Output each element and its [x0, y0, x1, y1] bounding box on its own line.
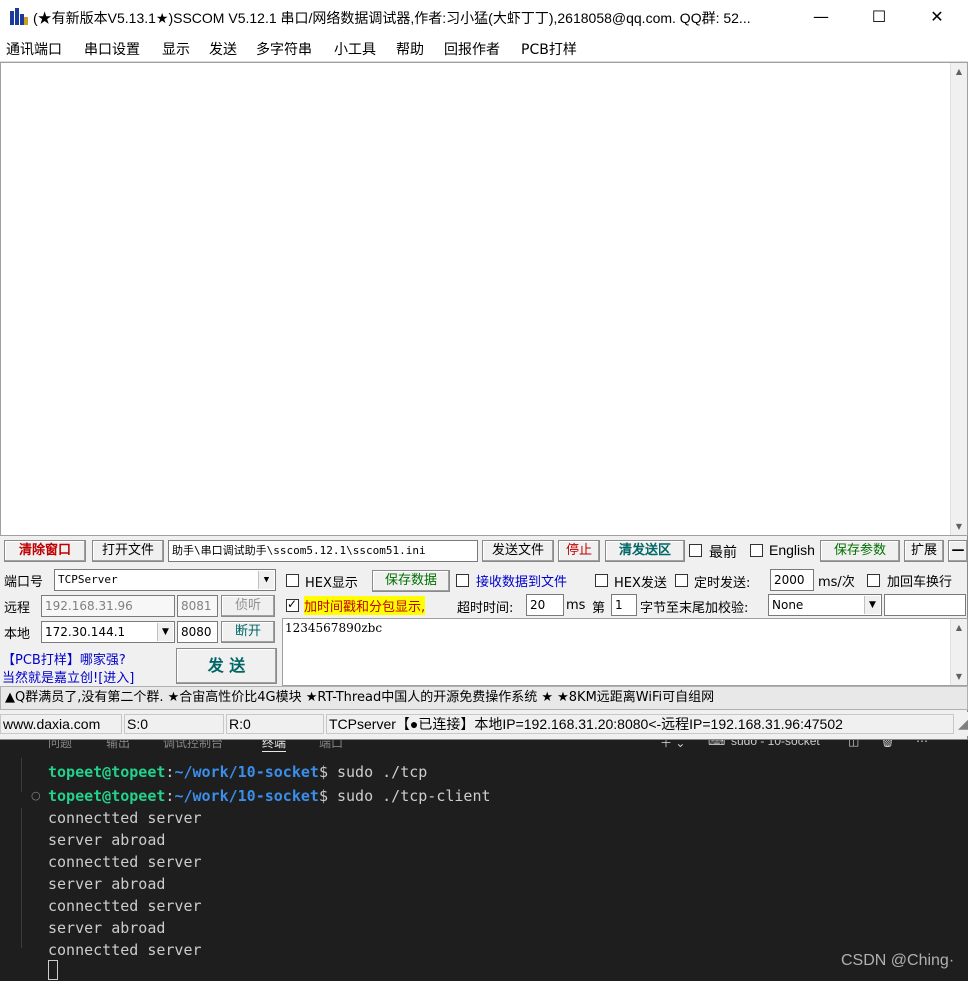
chevron-down-icon[interactable]: ▼: [258, 571, 274, 589]
timestamp-checkbox[interactable]: [286, 597, 299, 612]
scroll-up-icon[interactable]: ▲: [951, 623, 967, 632]
watermark: CSDN @Ching·: [841, 952, 955, 969]
scroll-up-icon[interactable]: ▲: [951, 67, 967, 76]
timed-send-checkbox[interactable]: [675, 574, 688, 587]
menu-send[interactable]: 发送: [209, 39, 237, 59]
remote-ip-field[interactable]: 192.168.31.96: [41, 595, 175, 617]
terminal-output-line: connectted server: [48, 897, 202, 915]
port-select[interactable]: TCPServer ▼: [54, 569, 276, 591]
scroll-down-icon[interactable]: ▼: [951, 522, 967, 531]
window-title: (★有新版本V5.13.1★)SSCOM V5.12.1 串口/网络数据调试器,…: [33, 10, 751, 26]
send-text-area[interactable]: 1234567890zbc ▲ ▼: [282, 618, 968, 686]
collapse-button[interactable]: —: [948, 540, 968, 562]
status-connection-info: TCPserver【●已连接】本地IP=192.168.31.20:8080<-…: [326, 714, 954, 734]
port-label: 端口号: [4, 575, 44, 590]
menu-feedback[interactable]: 回报作者: [444, 39, 500, 59]
checksum-result-field[interactable]: [884, 594, 966, 616]
recv-to-file-label: 接收数据到文件: [476, 575, 568, 590]
receive-area[interactable]: ▲ ▼: [0, 62, 968, 536]
sscom-app-icon: [10, 8, 28, 25]
status-sent-count: S:0: [124, 714, 224, 734]
pcb-ad-link[interactable]: 【PCB打样】哪家强?: [2, 649, 126, 668]
menu-serial-settings[interactable]: 串口设置: [84, 39, 140, 59]
terminal-output-line: connectted server: [48, 809, 202, 827]
clear-window-button[interactable]: 清除窗口: [4, 540, 86, 562]
english-label: English: [769, 542, 815, 558]
menu-help[interactable]: 帮助: [396, 39, 424, 59]
english-checkbox[interactable]: [750, 544, 763, 557]
clear-send-button[interactable]: 清发送区: [605, 540, 685, 562]
expand-button[interactable]: 扩展: [904, 540, 944, 562]
menu-tools[interactable]: 小工具: [334, 39, 376, 59]
terminal-line: topeet@topeet:~/work/10-socket$ sudo ./t…: [48, 763, 428, 781]
timeout-label: 超时时间:: [457, 601, 514, 616]
receive-scrollbar[interactable]: ▲ ▼: [950, 63, 967, 535]
local-ip-select[interactable]: 172.30.144.1 ▼: [41, 621, 175, 643]
timeout-unit: ms: [566, 598, 586, 613]
command-status-icon: ○: [31, 789, 41, 802]
terminal-line: topeet@topeet:~/work/10-socket$ sudo ./t…: [48, 787, 491, 805]
interval-unit: ms/次: [818, 575, 855, 590]
hex-send-checkbox[interactable]: [595, 574, 608, 587]
open-file-button[interactable]: 打开文件: [92, 540, 164, 562]
local-label: 本地: [4, 627, 31, 642]
save-params-button[interactable]: 保存参数: [820, 540, 900, 562]
topmost-checkbox[interactable]: [689, 544, 702, 557]
chevron-down-icon[interactable]: ▼: [864, 596, 880, 614]
menu-pcb[interactable]: PCB打样: [521, 39, 577, 59]
timeout-field[interactable]: 20: [526, 594, 564, 616]
hex-display-checkbox[interactable]: [286, 574, 299, 587]
local-port-field[interactable]: 8080: [177, 621, 218, 643]
send-text: 1234567890zbc: [285, 621, 383, 635]
add-crlf-checkbox[interactable]: [867, 574, 880, 587]
checksum-label: 字节至末尾加校验:: [640, 601, 749, 616]
send-file-button[interactable]: 发送文件: [482, 540, 554, 562]
interval-field[interactable]: 2000: [770, 569, 814, 591]
resize-grip-icon[interactable]: ◢: [956, 714, 968, 734]
hex-send-label: HEX发送: [614, 576, 667, 591]
chevron-down-icon[interactable]: ▼: [157, 623, 173, 641]
topmost-label: 最前: [709, 545, 737, 561]
title-bar[interactable]: (★有新版本V5.13.1★)SSCOM V5.12.1 串口/网络数据调试器,…: [0, 0, 968, 34]
file-path-field[interactable]: 助手\串口调试助手\sscom5.12.1\sscom51.ini: [168, 540, 478, 562]
save-data-button[interactable]: 保存数据: [372, 570, 450, 592]
remote-label: 远程: [4, 601, 31, 616]
minimize-button[interactable]: —: [792, 0, 850, 34]
status-bar: www.daxia.com S:0 R:0 TCPserver【●已连接】本地I…: [0, 712, 968, 736]
menu-comm-port[interactable]: 通讯端口: [6, 39, 62, 59]
hex-display-label: HEX显示: [305, 576, 358, 591]
remote-port-field[interactable]: 8081: [177, 595, 218, 617]
timestamp-label: 加时间戳和分包显示,: [304, 596, 426, 615]
timed-send-label: 定时发送:: [694, 576, 751, 591]
close-button[interactable]: ✕: [908, 0, 966, 34]
disconnect-button[interactable]: 断开: [221, 621, 275, 643]
menu-display[interactable]: 显示: [162, 39, 190, 59]
sscom-window: (★有新版本V5.13.1★)SSCOM V5.12.1 串口/网络数据调试器,…: [0, 0, 968, 740]
scroll-down-icon[interactable]: ▼: [951, 672, 967, 681]
recv-to-file-checkbox[interactable]: [456, 574, 469, 587]
send-button[interactable]: 发 送: [176, 648, 277, 684]
gutter-divider: [21, 808, 22, 948]
menu-bar: 通讯端口 串口设置 显示 发送 多字符串 小工具 帮助 回报作者 PCB打样: [0, 34, 968, 62]
terminal-output-line: connectted server: [48, 941, 202, 959]
terminal-cursor: [48, 960, 58, 980]
nth-field[interactable]: 1: [611, 594, 637, 616]
send-scrollbar[interactable]: ▲ ▼: [950, 619, 967, 685]
ad-banner[interactable]: ▲Q群满员了,没有第二个群. ★合宙高性价比4G模块 ★RT-Thread中国人…: [0, 686, 968, 710]
menu-multi-string[interactable]: 多字符串: [256, 39, 312, 59]
gutter-divider: [21, 758, 22, 792]
terminal-output-line: server abroad: [48, 831, 166, 849]
checksum-select[interactable]: None ▼: [768, 594, 882, 616]
status-site-link[interactable]: www.daxia.com: [0, 714, 122, 734]
add-crlf-label: 加回车换行: [887, 575, 953, 590]
stop-button[interactable]: 停止: [558, 540, 600, 562]
terminal-output-line: connectted server: [48, 853, 202, 871]
nth-label: 第: [592, 601, 606, 616]
terminal-output-line: server abroad: [48, 919, 166, 937]
maximize-button[interactable]: ☐: [850, 0, 908, 34]
terminal-output-line: server abroad: [48, 875, 166, 893]
listen-button[interactable]: 侦听: [221, 595, 275, 617]
status-recv-count: R:0: [226, 714, 324, 734]
jlc-ad-link[interactable]: 当然就是嘉立创![进入]: [2, 667, 134, 686]
